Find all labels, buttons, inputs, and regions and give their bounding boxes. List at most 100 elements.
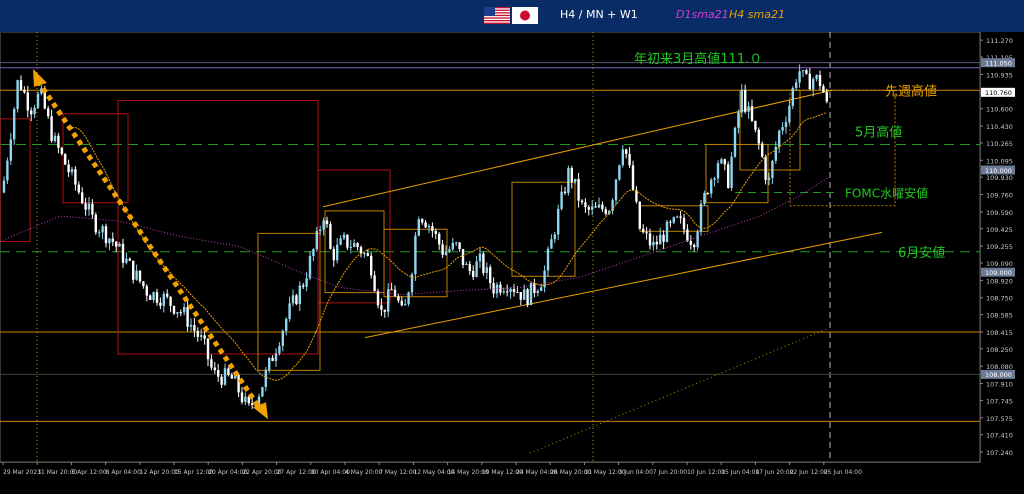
candle-body [529, 282, 533, 306]
candle-body [94, 214, 97, 233]
price-tick-label: 108.750 [986, 295, 1013, 303]
time-tick-label: 7 Jun 20:00 [653, 469, 687, 476]
price-tag-label: 111.050 [985, 59, 1012, 67]
price-tick-label: 108.585 [986, 312, 1013, 320]
candle-body [244, 396, 247, 403]
candle-body [393, 289, 397, 297]
price-tick-label: 109.590 [986, 209, 1013, 217]
candle-body [414, 235, 417, 275]
candle-body [84, 203, 87, 210]
candle-body [614, 179, 618, 201]
candle-body [87, 203, 91, 210]
candle-body [162, 293, 165, 306]
price-tick-label: 109.760 [986, 192, 1013, 200]
candle-body [492, 283, 495, 294]
candle-body [744, 89, 747, 112]
candle-body [489, 267, 492, 284]
candle-body [390, 289, 393, 291]
candle-body [621, 149, 624, 166]
candle-body [434, 231, 437, 234]
candle-body [730, 156, 733, 188]
candle-body [669, 221, 672, 223]
candle-body [818, 74, 822, 87]
candle-body [686, 229, 689, 241]
price-tick-label: 107.910 [986, 381, 1013, 389]
candle-body [60, 147, 63, 154]
candle-body [645, 232, 648, 234]
candle-body [509, 289, 512, 292]
candle-body [485, 267, 488, 274]
candle-body [781, 127, 784, 131]
candlestick-chart[interactable]: 年初来3月高値111.０ 先週高値 5月高値 FOMC水曜安値 6月安値 111.270 1… [0, 32, 1024, 494]
legend-h4-sma: H4 sma21 [729, 8, 785, 21]
candle-body [295, 295, 298, 305]
candle-body [591, 206, 594, 210]
candle-body [64, 153, 67, 165]
candle-body [380, 305, 383, 310]
candle-body [237, 374, 240, 393]
candle-body [166, 293, 169, 297]
candle-body [594, 206, 597, 208]
candle-body [77, 184, 80, 193]
candle-body [774, 146, 777, 161]
candle-body [784, 121, 788, 128]
candle-body [274, 353, 278, 361]
candle-body [332, 248, 335, 261]
candle-body [472, 270, 475, 277]
candle-body [176, 312, 179, 314]
price-tick-label: 107.575 [986, 415, 1013, 423]
candle-body [47, 108, 50, 117]
candle-body [397, 296, 400, 301]
candle-body [737, 112, 740, 128]
candle-body [764, 156, 767, 180]
price-tag-label: 108.000 [985, 371, 1012, 379]
candle-body [329, 224, 332, 249]
candle-body [339, 238, 342, 245]
price-tick-label: 110.095 [986, 157, 1013, 165]
candle-body [597, 204, 601, 208]
candle-body [125, 258, 128, 263]
candle-body [438, 233, 441, 245]
candle-body [512, 289, 516, 293]
candle-body [353, 243, 356, 247]
candle-body [376, 291, 380, 306]
candle-body [383, 309, 386, 312]
candle-body [346, 234, 349, 248]
candle-body [203, 335, 206, 339]
price-tick-label: 110.935 [986, 71, 1013, 79]
candle-body [710, 179, 713, 194]
price-tick-label: 109.930 [986, 174, 1013, 182]
candle-body [298, 285, 301, 305]
candle-body [519, 292, 522, 300]
candle-body [421, 219, 424, 223]
candle-body [359, 247, 363, 254]
candle-body [152, 292, 155, 300]
candle-body [183, 306, 186, 313]
candle-body [135, 270, 138, 280]
candle-body [115, 241, 118, 247]
candle-body [631, 165, 635, 190]
candle-body [523, 289, 526, 300]
candle-body [550, 239, 553, 249]
candle-body [370, 255, 373, 276]
candle-body [733, 127, 737, 157]
candle-body [217, 370, 220, 377]
price-tick-label: 107.410 [986, 432, 1013, 440]
candle-body [206, 338, 210, 360]
candle-body [121, 243, 125, 263]
candle-body [179, 312, 182, 314]
candle-body [366, 253, 369, 256]
candle-body [210, 359, 213, 368]
candle-body [625, 149, 628, 154]
candle-body [506, 291, 509, 293]
candle-body [312, 249, 315, 257]
candle-body [186, 306, 189, 327]
time-tick-label: 8 Apr 04:00 [106, 469, 141, 476]
candle-body [458, 242, 461, 249]
candle-body [356, 243, 359, 248]
candle-body [142, 281, 145, 287]
candle-body [546, 248, 550, 271]
candle-body [363, 253, 366, 255]
candle-body [400, 300, 403, 306]
candle-body [720, 159, 723, 164]
